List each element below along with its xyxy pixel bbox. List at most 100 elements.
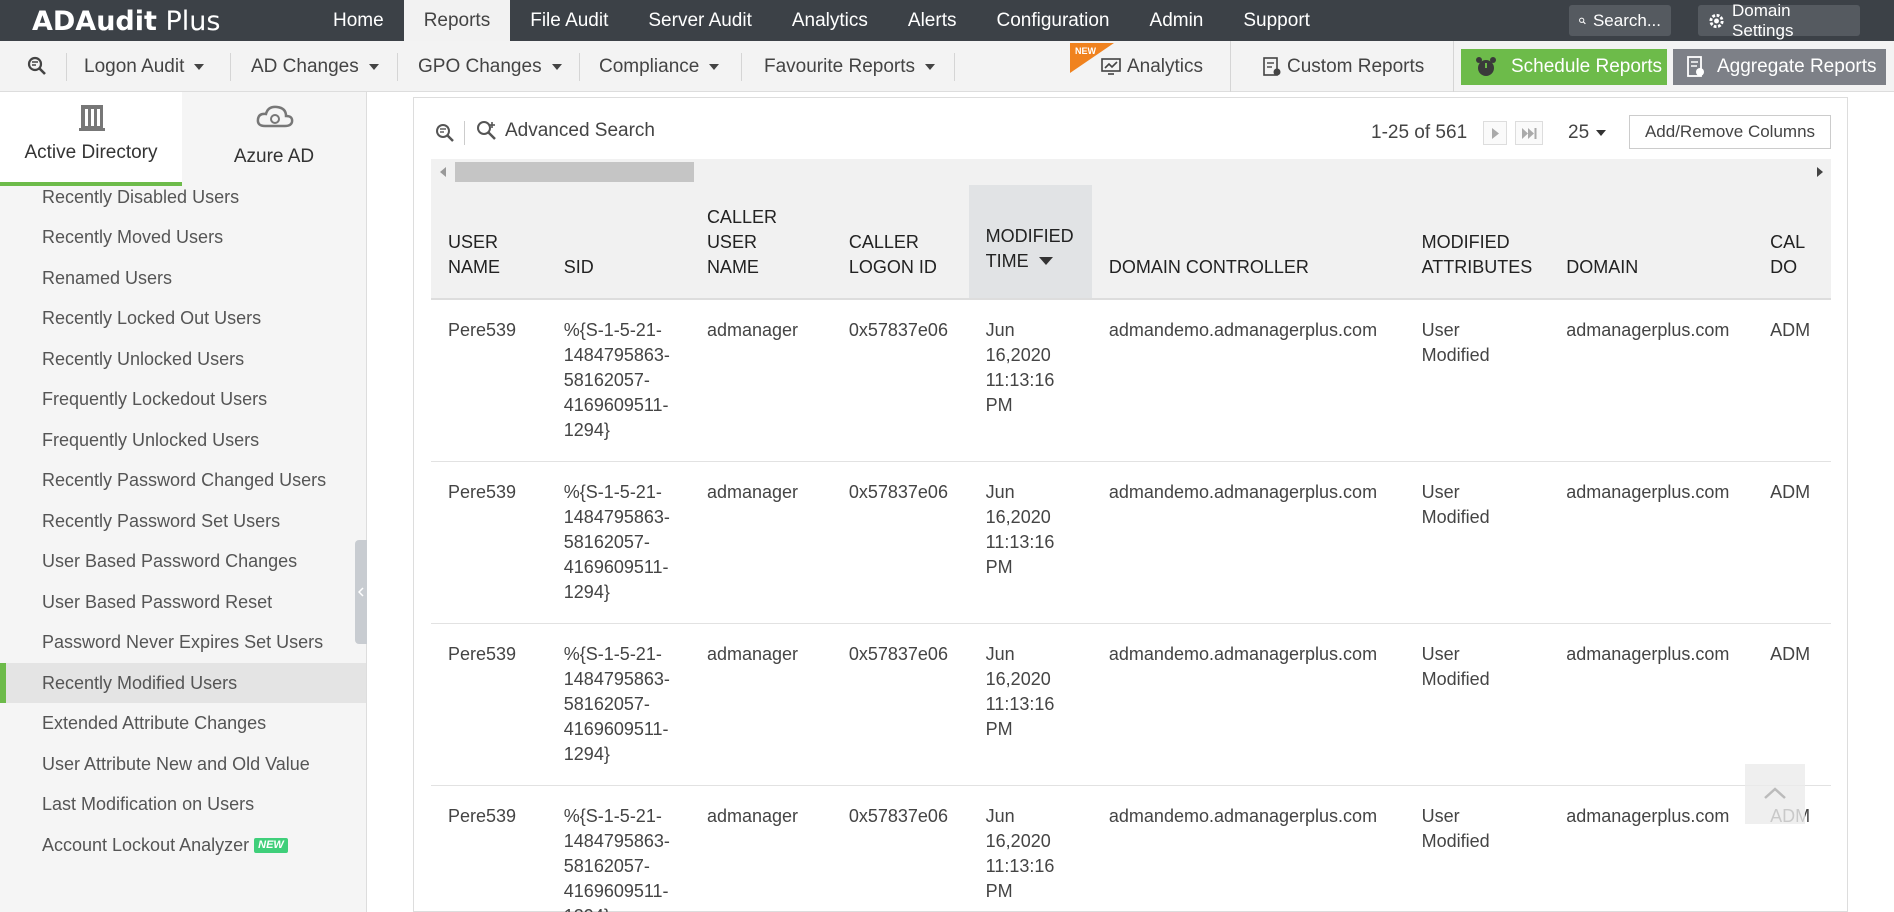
advanced-search-button[interactable]: Advanced Search xyxy=(476,120,655,142)
app-logo[interactable]: ADAudit Plus xyxy=(32,6,220,37)
domain-settings-button[interactable]: Domain Settings xyxy=(1698,1,1860,40)
sidebar-item-account-lockout-analyzer[interactable]: Account Lockout Analyzer NEW xyxy=(0,825,366,865)
chevron-right-icon xyxy=(1492,128,1499,139)
sidebar-item-recently-password-changed-users[interactable]: Recently Password Changed Users xyxy=(0,460,366,500)
column-header-caller-domain[interactable]: Cal Do xyxy=(1753,185,1831,300)
sidebar-item-user-based-password-reset[interactable]: User Based Password Reset xyxy=(0,582,366,622)
sidebar-item-recently-modified-users[interactable]: Recently Modified Users xyxy=(0,663,366,703)
sidebar-item-renamed-users[interactable]: Renamed Users xyxy=(0,258,366,298)
sidebar-item-frequently-unlocked-users[interactable]: Frequently Unlocked Users xyxy=(0,420,366,460)
report-table-container: User Name SID Caller User Name Caller Logon… xyxy=(431,185,1831,912)
tab-home[interactable]: Home xyxy=(313,0,404,41)
column-header-domain[interactable]: Domain xyxy=(1549,185,1754,300)
table-row[interactable]: Pere539 %{S-1-5-21-1484795863-58162057-4… xyxy=(431,461,1831,624)
sidebar-item-extended-attribute-changes[interactable]: Extended Attribute Changes xyxy=(0,703,366,743)
cell-modified-time: Jun 16,2020 11:13:16 PM xyxy=(968,623,1092,786)
scroll-to-top-button[interactable] xyxy=(1745,764,1805,824)
menu-ad-changes[interactable]: AD Changes xyxy=(251,41,379,92)
global-search-label: Search... xyxy=(1592,10,1661,30)
menu-compliance-label: Compliance xyxy=(599,56,700,77)
sidebar-item-last-modification-on-users[interactable]: Last Modification on Users xyxy=(0,784,366,824)
sidebar-item-recently-password-set-users[interactable]: Recently Password Set Users xyxy=(0,501,366,541)
table-row[interactable]: Pere539 %{S-1-5-21-1484795863-58162057-4… xyxy=(431,299,1831,462)
last-page-button[interactable] xyxy=(1515,121,1543,145)
scroll-right-icon[interactable] xyxy=(1817,167,1823,177)
top-nav: Home Reports File Audit Server Audit Ana… xyxy=(313,0,1330,41)
tab-alerts[interactable]: Alerts xyxy=(888,0,977,41)
chevron-down-icon xyxy=(1596,130,1607,136)
cell-modified-attributes: User Modified xyxy=(1404,785,1550,912)
cell-caller-domain: ADM xyxy=(1753,623,1831,786)
column-header-sid[interactable]: SID xyxy=(546,185,690,300)
sidebar-item-recently-locked-out-users[interactable]: Recently Locked Out Users xyxy=(0,298,366,338)
next-page-button[interactable] xyxy=(1483,121,1507,145)
cell-domain-controller: admandemo.admanagerplus.com xyxy=(1091,461,1405,624)
tab-admin[interactable]: Admin xyxy=(1130,0,1224,41)
column-header-modified-time[interactable]: Modified Time xyxy=(968,185,1092,300)
column-header-domain-controller[interactable]: Domain Controller xyxy=(1091,185,1405,300)
cell-caller-user-name: admanager xyxy=(689,623,832,786)
global-search-button[interactable]: Search... xyxy=(1569,5,1671,36)
column-header-modified-attributes[interactable]: Modified Attributes xyxy=(1404,185,1550,300)
chevron-down-icon xyxy=(709,63,720,70)
sidebar-item-recently-moved-users[interactable]: Recently Moved Users xyxy=(0,217,366,257)
custom-reports-button[interactable]: Custom Reports xyxy=(1263,41,1424,92)
cell-user-name: Pere539 xyxy=(431,299,547,462)
tab-file-audit[interactable]: File Audit xyxy=(510,0,628,41)
cell-sid: %{S-1-5-21-1484795863-58162057-416960951… xyxy=(546,299,690,462)
add-remove-columns-button[interactable]: Add/Remove Columns xyxy=(1629,115,1831,149)
column-header-user-name[interactable]: User Name xyxy=(431,185,547,300)
tab-server-audit[interactable]: Server Audit xyxy=(628,0,772,41)
sidebar-item-recently-unlocked-users[interactable]: Recently Unlocked Users xyxy=(0,339,366,379)
horizontal-scrollbar[interactable] xyxy=(431,159,1831,185)
tab-configuration[interactable]: Configuration xyxy=(976,0,1129,41)
cell-domain-controller: admandemo.admanagerplus.com xyxy=(1091,623,1405,786)
search-icon xyxy=(1579,17,1586,24)
tab-analytics[interactable]: Analytics xyxy=(772,0,888,41)
aggregate-reports-button[interactable]: Aggregate Reports xyxy=(1673,49,1886,85)
tab-support[interactable]: Support xyxy=(1223,0,1330,41)
menu-favourite-reports[interactable]: Favourite Reports xyxy=(764,41,936,92)
tab-azure-ad[interactable]: Azure AD xyxy=(182,92,366,186)
chevron-down-icon xyxy=(194,63,205,70)
divider xyxy=(66,53,67,81)
advanced-search-icon xyxy=(477,121,496,140)
sidebar-item-recently-disabled-users[interactable]: Recently Disabled Users xyxy=(0,177,366,217)
divider xyxy=(741,53,742,81)
table-row[interactable]: Pere539 %{S-1-5-21-1484795863-58162057-4… xyxy=(431,785,1831,912)
alarm-clock-icon xyxy=(1476,57,1496,76)
chevron-down-icon xyxy=(551,63,562,70)
quick-search-icon[interactable] xyxy=(27,56,47,76)
table-row[interactable]: Pere539 %{S-1-5-21-1484795863-58162057-4… xyxy=(431,623,1831,786)
filter-search-icon[interactable] xyxy=(435,123,455,143)
scroll-left-icon[interactable] xyxy=(440,167,446,177)
sidebar-item-frequently-lockedout-users[interactable]: Frequently Lockedout Users xyxy=(0,379,366,419)
sidebar-item-user-attribute-new-and-old-value[interactable]: User Attribute New and Old Value xyxy=(0,744,366,784)
chart-monitor-icon xyxy=(1101,57,1121,75)
schedule-reports-button[interactable]: Schedule Reports xyxy=(1461,49,1667,85)
column-header-caller-logon-id[interactable]: Caller Logon ID xyxy=(831,185,969,300)
sort-descending-icon xyxy=(1038,257,1053,265)
tab-reports[interactable]: Reports xyxy=(403,0,511,41)
scrollbar-thumb[interactable] xyxy=(455,162,694,182)
cell-caller-logon-id: 0x57837e06 xyxy=(831,785,969,912)
divider xyxy=(1453,41,1454,92)
divider xyxy=(230,53,231,81)
page-size-select[interactable]: 25 xyxy=(1568,122,1607,144)
analytics-button[interactable]: Analytics xyxy=(1101,41,1203,92)
column-header-caller-user-name[interactable]: Caller User Name xyxy=(689,185,832,300)
sidebar-item-user-based-password-changes[interactable]: User Based Password Changes xyxy=(0,541,366,581)
cell-sid: %{S-1-5-21-1484795863-58162057-416960951… xyxy=(546,461,690,624)
divider xyxy=(464,121,465,145)
cell-user-name: Pere539 xyxy=(431,461,547,624)
sidebar-collapse-handle[interactable] xyxy=(355,540,367,644)
menu-gpo-changes[interactable]: GPO Changes xyxy=(418,41,562,92)
cell-domain: admanagerplus.com xyxy=(1549,299,1754,462)
sidebar-item-password-never-expires-set-users[interactable]: Password Never Expires Set Users xyxy=(0,622,366,662)
tab-active-directory[interactable]: Active Directory xyxy=(0,92,182,186)
cell-domain: admanagerplus.com xyxy=(1549,785,1754,912)
menu-compliance[interactable]: Compliance xyxy=(599,41,720,92)
menu-logon-audit[interactable]: Logon Audit xyxy=(84,41,205,92)
menu-favourite-reports-label: Favourite Reports xyxy=(764,56,916,77)
cell-caller-logon-id: 0x57837e06 xyxy=(831,461,969,624)
